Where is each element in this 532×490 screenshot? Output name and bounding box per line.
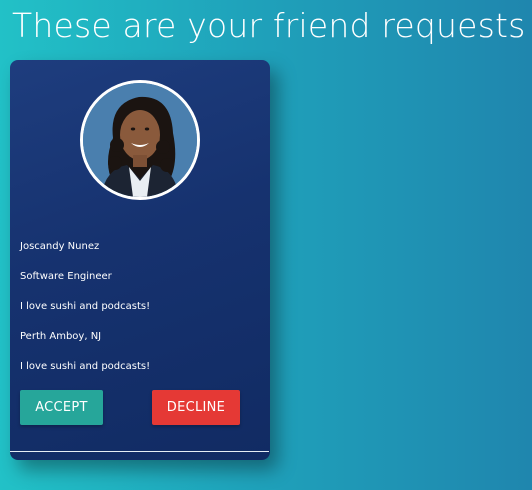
friend-bio: I love sushi and podcasts! — [20, 301, 151, 312]
accept-button[interactable]: ACCEPT — [20, 390, 103, 425]
friend-location: Perth Amboy, NJ — [20, 331, 102, 342]
card-divider — [10, 451, 269, 452]
friend-interests: I love sushi and podcasts! — [20, 361, 151, 372]
avatar — [80, 80, 200, 200]
friend-job: Software Engineer — [20, 271, 112, 282]
decline-button[interactable]: DECLINE — [152, 390, 240, 425]
friend-name: Joscandy Nunez — [20, 241, 100, 252]
profile-photo — [83, 83, 197, 197]
page-title: These are your friend requests — [12, 6, 526, 45]
friend-request-card: Joscandy Nunez Software Engineer I love … — [10, 60, 270, 460]
